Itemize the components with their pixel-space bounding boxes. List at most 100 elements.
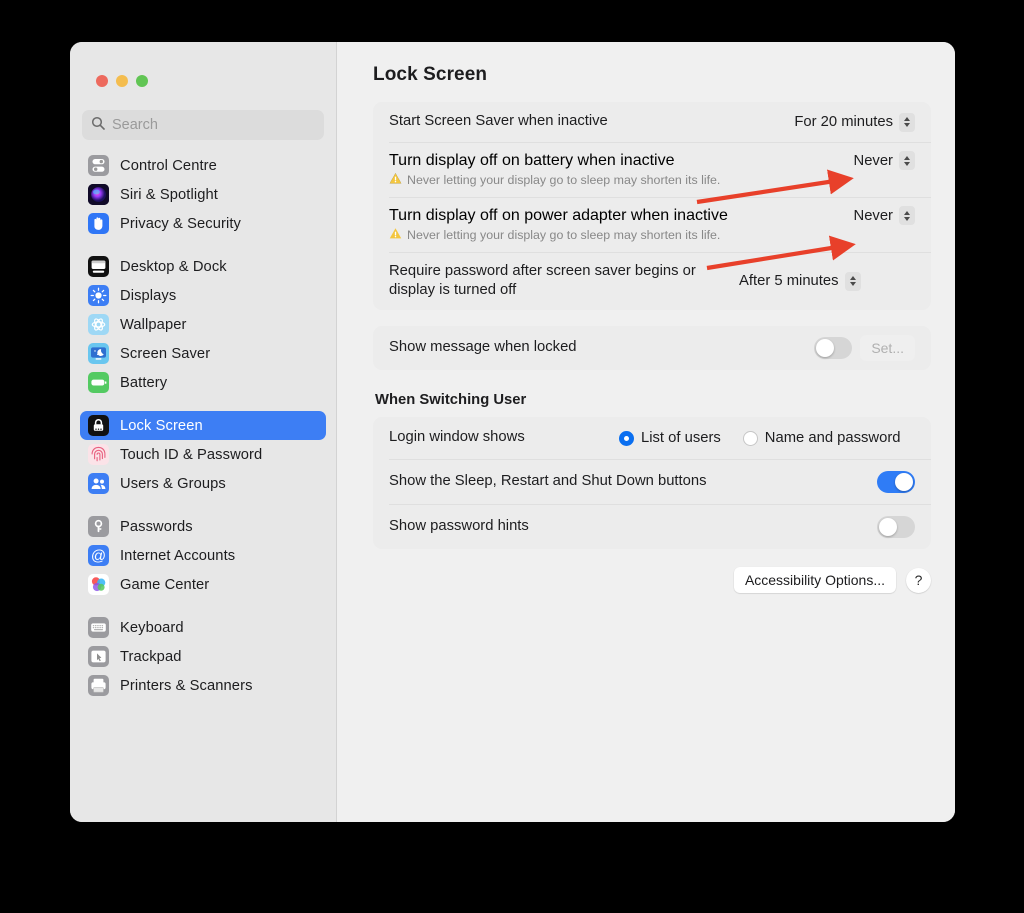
- sidebar-group-1: Desktop & Dock Displays Wallpaper Screen Sa…: [80, 252, 326, 397]
- sidebar-item-label: Internet Accounts: [120, 547, 236, 564]
- row-label: Show the Sleep, Restart and Shut Down bu…: [389, 472, 707, 489]
- locked-message-card: Show message when locked Set...: [373, 326, 931, 370]
- row-label: Show message when locked: [389, 339, 577, 356]
- sidebar-item-label: Lock Screen: [120, 417, 203, 434]
- row-label: Start Screen Saver when inactive: [389, 113, 608, 130]
- search-box[interactable]: [82, 110, 324, 140]
- sidebar: Control Centre Siri & Spotlight Privacy & …: [70, 42, 337, 822]
- svg-text:@: @: [91, 547, 106, 564]
- popup-value: For 20 minutes: [794, 114, 893, 130]
- search-icon: [91, 116, 105, 135]
- sidebar-item-label: Screen Saver: [120, 345, 211, 362]
- warning-triangle-icon: [389, 172, 402, 188]
- radio-mark: [619, 430, 634, 446]
- sidebar-item-lock-screen[interactable]: Lock Screen: [80, 411, 326, 440]
- close-button[interactable]: [96, 75, 108, 87]
- control-centre-icon: [88, 155, 109, 176]
- display-off-power-popup[interactable]: Never: [854, 206, 915, 225]
- row-start-screen-saver[interactable]: Start Screen Saver when inactive For 20 …: [373, 102, 931, 142]
- row-label: Login window shows: [389, 429, 525, 446]
- desktop-dock-icon: [88, 256, 109, 277]
- chevron-updown-icon: [899, 151, 915, 170]
- printers-scanners-icon: [88, 675, 109, 696]
- sidebar-item-desktop-dock[interactable]: Desktop & Dock: [80, 252, 326, 281]
- sleep-restart-toggle[interactable]: [877, 470, 915, 493]
- sidebar-item-siri-spotlight[interactable]: Siri & Spotlight: [80, 180, 326, 209]
- touch-id-icon: [88, 444, 109, 465]
- page-title: Lock Screen: [373, 64, 488, 85]
- accessibility-options-button[interactable]: Accessibility Options...: [733, 567, 896, 593]
- display-settings-card: Start Screen Saver when inactive For 20 …: [373, 102, 931, 310]
- sidebar-item-touch-id-password[interactable]: Touch ID & Password: [80, 440, 326, 469]
- radio-mark: [742, 430, 758, 446]
- chevron-updown-icon: [844, 271, 861, 291]
- sidebar-item-label: Privacy & Security: [120, 215, 241, 232]
- row-require-password[interactable]: Require password after screen saver begi…: [373, 252, 931, 310]
- help-button[interactable]: ?: [906, 567, 931, 593]
- row-sleep-restart-shutdown[interactable]: Show the Sleep, Restart and Shut Down bu…: [373, 459, 931, 504]
- set-message-button[interactable]: Set...: [860, 335, 915, 361]
- content-pane: Lock Screen Start Screen Saver when inac…: [337, 42, 955, 822]
- sidebar-item-battery[interactable]: Battery: [80, 368, 326, 397]
- sidebar-item-screen-saver[interactable]: Screen Saver: [80, 339, 326, 368]
- warning-text: Never letting your display go to sleep m…: [407, 173, 721, 187]
- sidebar-item-label: Printers & Scanners: [120, 677, 253, 694]
- row-login-window-shows: Login window shows List of users Name an…: [373, 417, 931, 459]
- search-input[interactable]: [112, 117, 315, 133]
- sidebar-item-game-center[interactable]: Game Center: [80, 570, 326, 599]
- sidebar-item-control-centre[interactable]: Control Centre: [80, 151, 326, 180]
- sidebar-item-label: Control Centre: [120, 157, 217, 174]
- warning-triangle-icon: [389, 227, 402, 243]
- screen-saver-delay-popup[interactable]: For 20 minutes: [794, 112, 915, 132]
- sidebar-group-2: Lock Screen Touch ID & Password Users & Gr…: [80, 411, 326, 498]
- sidebar-item-label: Trackpad: [120, 648, 182, 665]
- require-password-popup[interactable]: After 5 minutes: [739, 271, 861, 291]
- footer-actions: Accessibility Options... ?: [373, 567, 931, 593]
- popup-value: Never: [853, 207, 893, 224]
- row-display-off-power[interactable]: Turn display off on power adapter when i…: [373, 197, 931, 252]
- internet-accounts-icon: @: [88, 545, 109, 566]
- sidebar-item-label: Touch ID & Password: [120, 446, 263, 463]
- sidebar-item-displays[interactable]: Displays: [80, 281, 326, 310]
- row-display-off-battery[interactable]: Turn display off on battery when inactiv…: [373, 142, 931, 197]
- minimize-button[interactable]: [116, 75, 128, 87]
- row-show-password-hints[interactable]: Show password hints: [373, 504, 931, 549]
- zoom-button[interactable]: [136, 75, 148, 87]
- window-controls: [70, 68, 336, 94]
- popup-value: Never: [853, 152, 893, 169]
- radio-name-and-password[interactable]: Name and password: [742, 430, 901, 446]
- sidebar-nav: Control Centre Siri & Spotlight Privacy & …: [70, 151, 336, 822]
- screen-saver-icon: [88, 343, 109, 364]
- sidebar-item-trackpad[interactable]: Trackpad: [80, 642, 326, 671]
- radio-list-of-users[interactable]: List of users: [619, 430, 721, 446]
- row-show-message-when-locked[interactable]: Show message when locked Set...: [373, 326, 931, 370]
- switching-user-card: Login window shows List of users Name an…: [373, 417, 931, 549]
- warning-hint: Never letting your display go to sleep m…: [389, 172, 915, 188]
- sidebar-item-label: Game Center: [120, 576, 210, 593]
- sidebar-item-privacy-security[interactable]: Privacy & Security: [80, 209, 326, 238]
- login-window-radio-group: List of users Name and password: [619, 430, 901, 446]
- search-container: [70, 94, 336, 140]
- users-groups-icon: [88, 473, 109, 494]
- sidebar-item-label: Wallpaper: [120, 316, 187, 333]
- keyboard-icon: [88, 617, 109, 638]
- row-label: Require password after screen saver begi…: [389, 262, 696, 298]
- sidebar-item-label: Users & Groups: [120, 475, 226, 492]
- siri-icon: [88, 184, 109, 205]
- sidebar-item-wallpaper[interactable]: Wallpaper: [80, 310, 326, 339]
- sidebar-item-internet-accounts[interactable]: @ Internet Accounts: [80, 541, 326, 570]
- display-off-battery-popup[interactable]: Never: [854, 151, 915, 170]
- chevron-updown-icon: [899, 112, 915, 132]
- sidebar-item-label: Displays: [120, 287, 177, 304]
- game-center-icon: [88, 574, 109, 595]
- sidebar-item-keyboard[interactable]: Keyboard: [80, 613, 326, 642]
- warning-hint: Never letting your display go to sleep m…: [389, 227, 915, 243]
- sidebar-item-label: Passwords: [120, 518, 193, 535]
- wallpaper-icon: [88, 314, 109, 335]
- password-hints-toggle[interactable]: [877, 515, 915, 538]
- sidebar-item-printers-scanners[interactable]: Printers & Scanners: [80, 671, 326, 700]
- sidebar-item-passwords[interactable]: Passwords: [80, 512, 326, 541]
- sidebar-item-users-groups[interactable]: Users & Groups: [80, 469, 326, 498]
- row-label: Turn display off on power adapter when i…: [389, 206, 728, 224]
- show-message-toggle[interactable]: [814, 337, 853, 359]
